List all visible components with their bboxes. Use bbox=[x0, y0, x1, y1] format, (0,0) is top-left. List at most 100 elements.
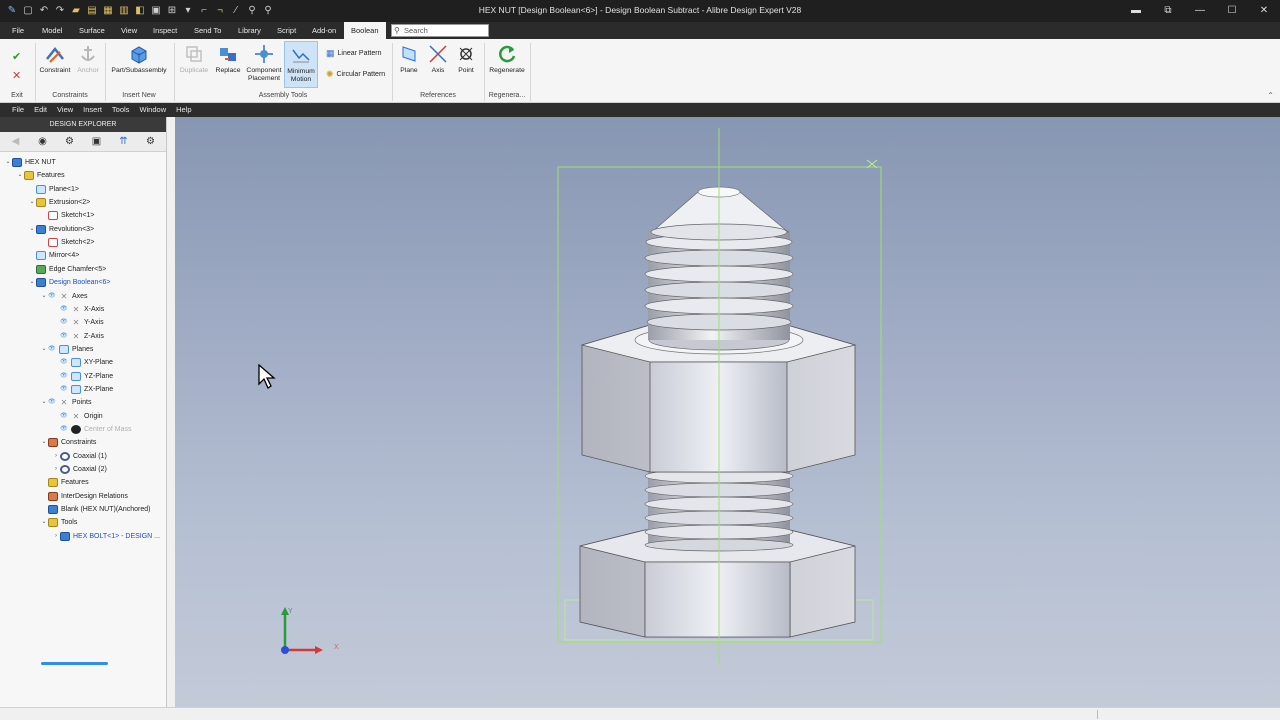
tree-node[interactable]: Plane<1> bbox=[28, 183, 79, 196]
ribbon-display-icon[interactable]: ▬ bbox=[1120, 0, 1152, 22]
tab-library[interactable]: Library bbox=[234, 22, 265, 39]
tab-surface[interactable]: Surface bbox=[75, 22, 109, 39]
tree-node[interactable]: ⌄ Revolution<3> bbox=[28, 223, 94, 236]
visibility-eye-icon[interactable]: 👁 bbox=[48, 290, 56, 303]
duplicate-button[interactable]: Duplicate bbox=[177, 43, 211, 75]
tree-node[interactable]: › HEX BOLT<1> - DESIGN ... bbox=[52, 530, 160, 543]
tree-node[interactable]: ⌄ Features bbox=[16, 169, 65, 182]
tree-node[interactable]: 👁 ✕ Z-Axis bbox=[52, 330, 104, 343]
expand-toggle-icon[interactable]: ⌄ bbox=[40, 343, 48, 356]
camera-icon[interactable]: ◉ bbox=[29, 136, 56, 147]
linear-pattern-button[interactable]: ▦ Linear Pattern bbox=[326, 48, 382, 59]
visibility-eye-icon[interactable]: 👁 bbox=[60, 303, 68, 316]
tree-node[interactable]: ⌄ Constraints bbox=[40, 436, 96, 449]
anchor-button[interactable]: Anchor bbox=[73, 43, 103, 75]
expand-toggle-icon[interactable]: › bbox=[52, 530, 60, 543]
tree-node[interactable]: 👁 ✕ Origin bbox=[52, 410, 103, 423]
tab-file[interactable]: File bbox=[8, 22, 28, 39]
constraint-button[interactable]: Constraint bbox=[38, 43, 72, 75]
tab-view[interactable]: View bbox=[117, 22, 141, 39]
tree-node[interactable]: Mirror<4> bbox=[28, 249, 79, 262]
tree-node[interactable]: ⌄ Tools bbox=[40, 516, 77, 529]
tree-node[interactable]: Sketch<2> bbox=[40, 236, 94, 249]
display-icon[interactable]: ▣ bbox=[83, 136, 110, 147]
tree-node[interactable]: 👁 Center of Mass bbox=[52, 423, 131, 436]
expand-toggle-icon[interactable]: ⌄ bbox=[40, 516, 48, 529]
back-icon[interactable]: ◀ bbox=[2, 136, 29, 147]
menu-help[interactable]: Help bbox=[171, 103, 196, 117]
visibility-eye-icon[interactable]: 👁 bbox=[48, 343, 56, 356]
minimize-button[interactable]: — bbox=[1184, 0, 1216, 22]
ribbon-collapse-icon[interactable]: ⌃ bbox=[1267, 91, 1274, 100]
tree-node[interactable]: Blank (HEX NUT)(Anchored) bbox=[40, 503, 150, 516]
maximize-button[interactable]: ☐ bbox=[1216, 0, 1248, 22]
search-input[interactable]: ⚲ Search bbox=[391, 24, 489, 37]
tree-node[interactable]: Features bbox=[40, 476, 89, 489]
tab-inspect[interactable]: Inspect bbox=[149, 22, 181, 39]
close-button[interactable]: ✕ bbox=[1248, 0, 1280, 22]
tab-add-on[interactable]: Add-on bbox=[308, 22, 340, 39]
visibility-eye-icon[interactable]: 👁 bbox=[60, 410, 68, 423]
restore-icon[interactable]: ⧉ bbox=[1152, 0, 1184, 22]
tree-node[interactable]: Edge Chamfer<5> bbox=[28, 263, 106, 276]
tree-node[interactable]: InterDesign Relations bbox=[40, 490, 128, 503]
expand-toggle-icon[interactable]: ⌄ bbox=[40, 396, 48, 409]
visibility-eye-icon[interactable]: 👁 bbox=[60, 356, 68, 369]
tree-node[interactable]: › Coaxial (1) bbox=[52, 450, 107, 463]
expand-toggle-icon[interactable]: ⌄ bbox=[28, 223, 36, 236]
accept-icon[interactable]: ✔ bbox=[12, 50, 21, 63]
tree-node[interactable]: › Coaxial (2) bbox=[52, 463, 107, 476]
menu-insert[interactable]: Insert bbox=[78, 103, 107, 117]
circular-pattern-button[interactable]: ✺ Circular Pattern bbox=[326, 69, 385, 80]
expand-toggle-icon[interactable]: › bbox=[52, 450, 60, 463]
minimum-motion-button[interactable]: Minimum Motion bbox=[284, 41, 318, 88]
menu-file[interactable]: File bbox=[7, 103, 29, 117]
visibility-eye-icon[interactable]: 👁 bbox=[60, 383, 68, 396]
visibility-eye-icon[interactable]: 👁 bbox=[60, 423, 68, 436]
plane-button[interactable]: Plane bbox=[397, 43, 421, 75]
expand-toggle-icon[interactable]: ⌄ bbox=[28, 196, 36, 209]
tab-send-to[interactable]: Send To bbox=[190, 22, 225, 39]
tree-node[interactable]: ⌄ Design Boolean<6> bbox=[28, 276, 111, 289]
tree-node[interactable]: ⌄ 👁 Planes bbox=[40, 343, 93, 356]
filter-icon[interactable]: ⚙ bbox=[56, 136, 83, 147]
rollback-bar[interactable] bbox=[41, 662, 108, 665]
expand-toggle-icon[interactable]: ⌄ bbox=[40, 290, 48, 303]
visibility-eye-icon[interactable]: 👁 bbox=[60, 330, 68, 343]
tree-node[interactable]: 👁 ✕ X-Axis bbox=[52, 303, 104, 316]
menu-edit[interactable]: Edit bbox=[29, 103, 52, 117]
axis-button[interactable]: Axis bbox=[426, 43, 450, 75]
point-button[interactable]: Point bbox=[454, 43, 478, 75]
part-subassembly-button[interactable]: Part/Subassembly bbox=[108, 43, 170, 75]
collapse-all-icon[interactable]: ⇈ bbox=[110, 136, 137, 147]
expand-toggle-icon[interactable]: ⌄ bbox=[40, 436, 48, 449]
tree-node[interactable]: ⌄ Extrusion<2> bbox=[28, 196, 90, 209]
tree-node[interactable]: Sketch<1> bbox=[40, 209, 94, 222]
cancel-icon[interactable]: ✕ bbox=[12, 69, 21, 82]
tree-node[interactable]: ⌄ HEX NUT bbox=[4, 156, 56, 169]
tree-node[interactable]: 👁 XY-Plane bbox=[52, 356, 113, 369]
expand-toggle-icon[interactable]: ⌄ bbox=[28, 276, 36, 289]
menu-view[interactable]: View bbox=[52, 103, 78, 117]
visibility-eye-icon[interactable]: 👁 bbox=[48, 396, 56, 409]
menu-window[interactable]: Window bbox=[134, 103, 171, 117]
graphics-viewport[interactable]: Y X bbox=[175, 117, 1280, 707]
regenerate-button[interactable]: Regenerate bbox=[487, 43, 527, 75]
tree-node[interactable]: 👁 YZ-Plane bbox=[52, 370, 113, 383]
tree-node[interactable]: ⌄ 👁 ✕ Points bbox=[40, 396, 91, 409]
tree-node[interactable]: 👁 ZX-Plane bbox=[52, 383, 113, 396]
settings-icon[interactable]: ⚙ bbox=[137, 136, 164, 147]
visibility-eye-icon[interactable]: 👁 bbox=[60, 370, 68, 383]
component-placement-button[interactable]: Component Placement bbox=[245, 43, 283, 83]
tab-script[interactable]: Script bbox=[273, 22, 300, 39]
expand-toggle-icon[interactable]: ⌄ bbox=[16, 169, 24, 182]
visibility-eye-icon[interactable]: 👁 bbox=[60, 316, 68, 329]
tree-node[interactable]: 👁 ✕ Y-Axis bbox=[52, 316, 104, 329]
expand-toggle-icon[interactable]: ⌄ bbox=[4, 156, 12, 169]
expand-toggle-icon[interactable]: › bbox=[52, 463, 60, 476]
tab-boolean[interactable]: Boolean bbox=[344, 22, 386, 39]
tab-model[interactable]: Model bbox=[38, 22, 66, 39]
menu-tools[interactable]: Tools bbox=[107, 103, 135, 117]
tree-node[interactable]: ⌄ 👁 ✕ Axes bbox=[40, 290, 87, 303]
replace-button[interactable]: Replace bbox=[212, 43, 244, 75]
